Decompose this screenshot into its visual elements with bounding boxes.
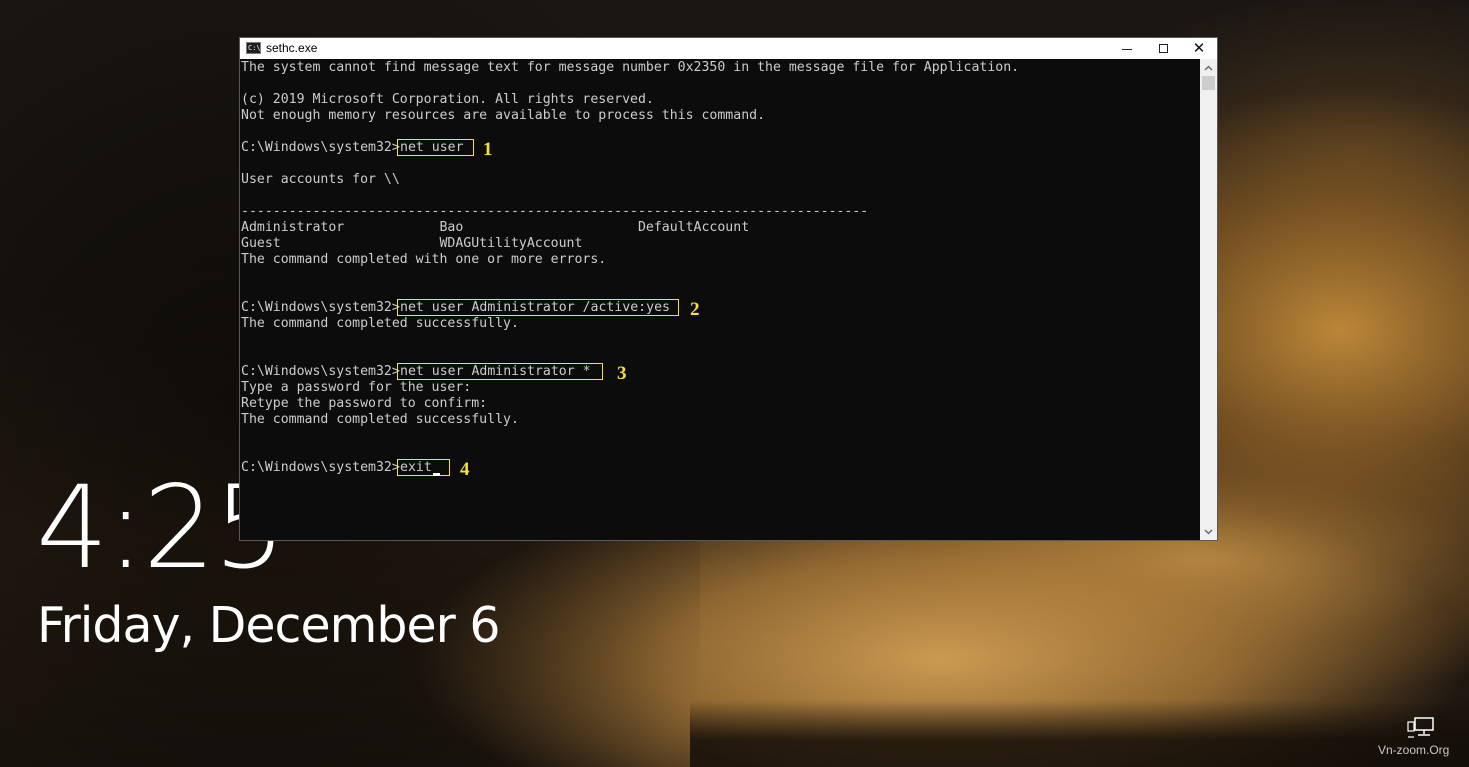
scroll-up-button[interactable]: [1200, 59, 1217, 76]
minimize-button[interactable]: [1109, 38, 1145, 59]
console-line: (c) 2019 Microsoft Corporation. All righ…: [241, 92, 654, 107]
command-input[interactable]: exit: [400, 460, 432, 476]
console-line: ----------------------------------------…: [241, 204, 869, 219]
maximize-icon: [1158, 44, 1168, 53]
console-prompt: C:\Windows\system32>: [241, 140, 400, 155]
scroll-down-button[interactable]: [1200, 523, 1217, 540]
console-prompt: C:\Windows\system32>: [241, 460, 400, 475]
command-text: net user: [400, 140, 472, 155]
window-title: sethc.exe: [266, 41, 318, 55]
step-number: 2: [690, 299, 700, 320]
console-line: User accounts for \\: [241, 172, 400, 187]
console-prompt: C:\Windows\system32>: [241, 364, 400, 379]
console-line: Administrator Bao DefaultAccount: [241, 220, 750, 235]
step-number: 3: [617, 363, 627, 384]
lock-screen-date: Friday, December 6: [37, 597, 501, 654]
chevron-up-icon: [1204, 65, 1213, 70]
console-prompt: C:\Windows\system32>: [241, 300, 400, 315]
vertical-scrollbar[interactable]: [1200, 59, 1217, 540]
maximize-button[interactable]: [1145, 38, 1181, 59]
watermark: Vn-zoom.Org: [1378, 743, 1450, 757]
console-line: Not enough memory resources are availabl…: [241, 108, 766, 123]
step-number: 4: [460, 459, 470, 480]
command-text: net user Administrator *: [400, 364, 599, 379]
console-line: The system cannot find message text for …: [241, 60, 1020, 75]
console-line: The command completed successfully.: [241, 412, 519, 427]
console-output[interactable]: The system cannot find message text for …: [240, 59, 1200, 540]
console-line: The command completed successfully.: [241, 316, 519, 331]
step-number: 1: [483, 139, 493, 160]
chevron-down-icon: [1204, 529, 1213, 534]
title-bar[interactable]: C:\ sethc.exe ✕: [240, 38, 1217, 59]
console-line: Type a password for the user:: [241, 380, 472, 395]
console-line: The command completed with one or more e…: [241, 252, 607, 267]
console-window[interactable]: C:\ sethc.exe ✕ The system cannot find m…: [240, 38, 1217, 540]
console-line: Guest WDAGUtilityAccount: [241, 236, 583, 251]
text-cursor: [433, 473, 440, 476]
cmd-icon: C:\: [246, 42, 261, 54]
console-line: Retype the password to confirm:: [241, 396, 488, 411]
lock-screen: 4:25 Friday, December 6 C:\ sethc.exe ✕ …: [0, 0, 1469, 767]
close-icon: ✕: [1192, 39, 1206, 57]
network-icon[interactable]: [1406, 716, 1436, 740]
minimize-icon: [1122, 49, 1132, 50]
close-button[interactable]: ✕: [1181, 38, 1217, 59]
background-shadow-bottom: [690, 700, 1469, 767]
command-text: net user Administrator /active:yes: [400, 300, 678, 315]
scroll-thumb[interactable]: [1202, 76, 1215, 90]
